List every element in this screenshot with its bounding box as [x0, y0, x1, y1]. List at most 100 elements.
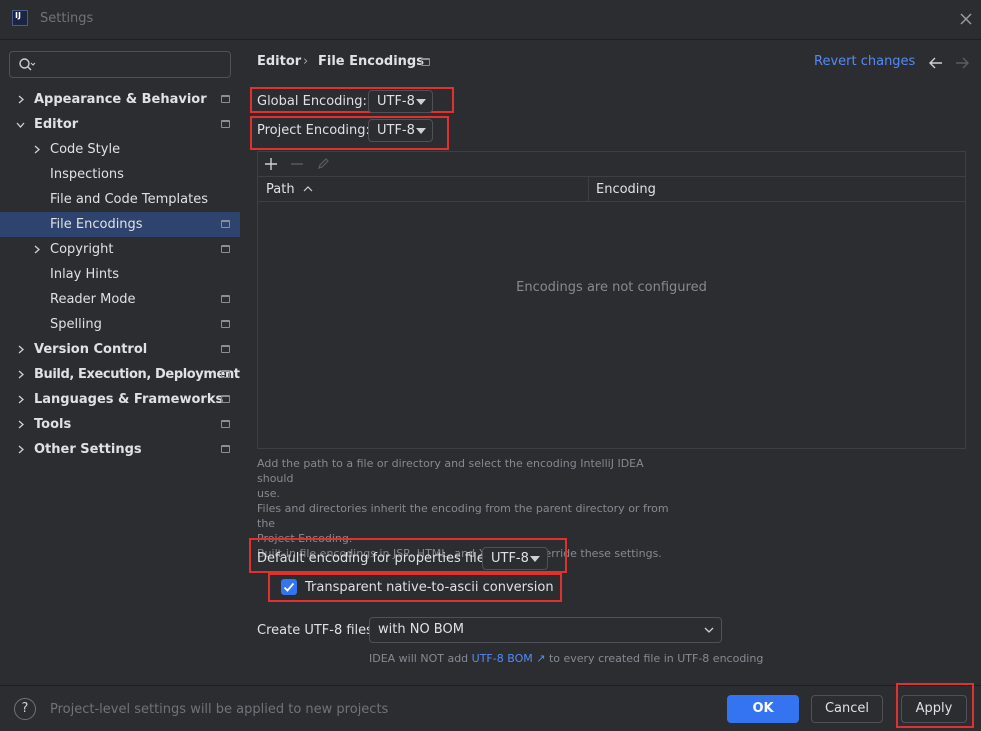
chevron-right-icon[interactable] [16, 95, 25, 104]
sort-ascending-icon [303, 186, 313, 192]
sidebar-item-label: Reader Mode [50, 292, 136, 307]
project-scope-icon [221, 120, 230, 128]
chevron-right-icon[interactable] [16, 370, 25, 379]
sidebar-item-label: Languages & Frameworks [34, 392, 224, 407]
utf8-bom-link[interactable]: UTF-8 BOM ↗ [472, 652, 546, 665]
sidebar-item-build-execution-deployment[interactable]: Build, Execution, Deployment [0, 362, 240, 387]
project-encoding-label: Project Encoding: [257, 123, 370, 138]
project-encoding-value: UTF-8 [377, 123, 415, 138]
chevron-down-icon [704, 627, 714, 633]
project-scope-icon [221, 320, 230, 328]
sidebar-item-label: Code Style [50, 142, 121, 157]
breadcrumb-separator: › [303, 54, 309, 69]
sidebar-item-label: Appearance & Behavior [34, 92, 207, 107]
status-text: Project-level settings will be applied t… [50, 702, 389, 717]
add-icon[interactable] [264, 157, 278, 171]
chevron-right-icon[interactable] [16, 420, 25, 429]
sidebar-item-file-encodings[interactable]: File Encodings [0, 212, 240, 237]
sidebar-item-label: Version Control [34, 342, 148, 357]
dialog-footer: ? Project-level settings will be applied… [0, 685, 981, 731]
sidebar-item-code-style[interactable]: Code Style [0, 137, 240, 162]
project-scope-icon [221, 245, 230, 253]
sidebar-item-label: Other Settings [34, 442, 142, 457]
revert-changes-link[interactable]: Revert changes [814, 54, 915, 69]
properties-encoding-select[interactable]: UTF-8 [482, 547, 548, 570]
help-icon[interactable]: ? [14, 698, 36, 720]
project-scope-icon [221, 395, 230, 403]
ok-button[interactable]: OK [727, 695, 799, 723]
search-icon [19, 58, 36, 71]
sidebar-item-reader-mode[interactable]: Reader Mode [0, 287, 240, 312]
sidebar-item-label: File Encodings [50, 217, 143, 232]
sidebar-item-inlay-hints[interactable]: Inlay Hints [0, 262, 240, 287]
project-scope-icon [221, 220, 230, 228]
sidebar-item-copyright[interactable]: Copyright [0, 237, 240, 262]
column-header-path[interactable]: Path [266, 182, 313, 197]
project-scope-icon [221, 345, 230, 353]
project-scope-icon [221, 370, 230, 378]
project-scope-icon [421, 58, 430, 66]
sidebar-item-label: Spelling [50, 317, 102, 332]
create-utf8-select[interactable]: with NO BOM [369, 617, 722, 643]
global-encoding-select[interactable]: UTF-8 [368, 90, 433, 113]
sidebar-item-tools[interactable]: Tools [0, 412, 240, 437]
table-empty-text: Encodings are not configured [516, 280, 707, 295]
properties-encoding-label: Default encoding for properties files: [257, 551, 496, 566]
sidebar-item-inspections[interactable]: Inspections [0, 162, 240, 187]
project-scope-icon [221, 445, 230, 453]
sidebar-item-languages-frameworks[interactable]: Languages & Frameworks [0, 387, 240, 412]
column-header-encoding[interactable]: Encoding [596, 182, 656, 197]
project-scope-icon [221, 95, 230, 103]
project-scope-icon [221, 295, 230, 303]
edit-pencil-icon[interactable] [316, 157, 330, 171]
global-encoding-value: UTF-8 [377, 94, 415, 109]
dropdown-arrow-icon [416, 99, 426, 105]
column-divider[interactable] [588, 177, 589, 202]
bom-note: IDEA will NOT add UTF-8 BOM ↗ to every c… [369, 652, 764, 665]
chevron-right-icon[interactable] [16, 345, 25, 354]
close-icon[interactable] [957, 10, 975, 28]
project-scope-icon [221, 420, 230, 428]
sidebar-item-file-code-templates[interactable]: File and Code Templates [0, 187, 240, 212]
remove-icon[interactable] [290, 157, 304, 171]
settings-search-input[interactable] [9, 51, 231, 78]
global-encoding-label: Global Encoding: [257, 94, 367, 109]
back-arrow-icon[interactable] [928, 56, 944, 70]
chevron-right-icon[interactable] [32, 145, 41, 154]
create-utf8-label: Create UTF-8 files: [257, 623, 378, 638]
sidebar-item-editor[interactable]: Editor [0, 112, 240, 137]
sidebar-item-label: Inspections [50, 167, 124, 182]
project-encoding-select[interactable]: UTF-8 [368, 119, 433, 142]
sidebar-item-label: Build, Execution, Deployment [34, 367, 240, 382]
intellij-app-icon: IJ [12, 10, 28, 26]
title-bar: IJ Settings [0, 0, 981, 40]
table-toolbar [258, 152, 965, 177]
forward-arrow-icon[interactable] [954, 56, 970, 70]
sidebar-item-spelling[interactable]: Spelling [0, 312, 240, 337]
native-to-ascii-checkbox[interactable] [281, 579, 297, 595]
sidebar-item-label: Copyright [50, 242, 114, 257]
chevron-down-icon[interactable] [16, 120, 25, 129]
sidebar-item-label: Inlay Hints [50, 267, 119, 282]
chevron-right-icon[interactable] [32, 245, 41, 254]
dropdown-arrow-icon [530, 556, 540, 562]
external-link-icon: ↗ [536, 652, 546, 665]
properties-encoding-value: UTF-8 [491, 551, 529, 566]
sidebar-item-label: Tools [34, 417, 72, 432]
encodings-table[interactable]: Path Encoding Encodings are not configur… [257, 151, 966, 449]
native-to-ascii-label[interactable]: Transparent native-to-ascii conversion [305, 580, 554, 595]
dropdown-arrow-icon [416, 128, 426, 134]
cancel-button[interactable]: Cancel [811, 695, 883, 723]
breadcrumb-editor[interactable]: Editor [257, 54, 301, 69]
checkmark-icon [283, 582, 295, 592]
highlight-box [896, 683, 974, 728]
sidebar-item-appearance-behavior[interactable]: Appearance & Behavior [0, 87, 240, 112]
table-header: Path Encoding [258, 177, 965, 202]
sidebar-item-other-settings[interactable]: Other Settings [0, 437, 240, 462]
create-utf8-value: with NO BOM [378, 622, 464, 637]
chevron-right-icon[interactable] [16, 395, 25, 404]
sidebar-item-label: Editor [34, 117, 79, 132]
page-title: File Encodings [318, 54, 424, 69]
chevron-right-icon[interactable] [16, 445, 25, 454]
sidebar-item-version-control[interactable]: Version Control [0, 337, 240, 362]
